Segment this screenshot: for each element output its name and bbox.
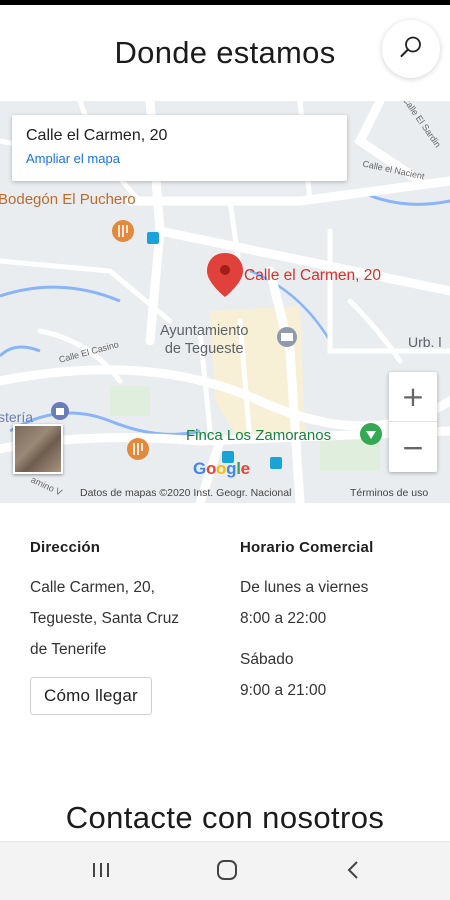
- address-line: de Tenerife: [30, 641, 107, 658]
- map-card-title: Calle el Carmen, 20: [26, 127, 168, 144]
- weekday-label: De lunes a viernes: [240, 579, 369, 596]
- urb-label: Urb. l: [408, 334, 442, 350]
- terms-of-use-link[interactable]: Términos de uso: [350, 487, 428, 499]
- back-icon: [344, 859, 362, 886]
- poi-finca-label: Finca Los Zamoranos: [186, 427, 332, 444]
- search-icon: [398, 34, 424, 65]
- hours-heading: Horario Comercial: [240, 539, 374, 556]
- recent-apps-icon: [90, 860, 112, 885]
- weekday-time: 8:00 a 22:00: [240, 610, 327, 627]
- page-header: Donde estamos: [0, 5, 450, 101]
- android-nav-bar: [0, 841, 450, 900]
- zoom-in-button[interactable]: +: [389, 372, 437, 422]
- embedded-map[interactable]: Calle el Carmen, 20 Ampliar el mapa Bode…: [0, 101, 450, 503]
- ayuntamiento-line2: de Tegueste: [164, 341, 244, 357]
- satellite-toggle-thumbnail[interactable]: [13, 424, 63, 474]
- google-logo: Google: [193, 459, 250, 478]
- address-line: Tegueste, Santa Cruz: [30, 610, 180, 627]
- enlarge-map-link[interactable]: Ampliar el mapa: [26, 151, 333, 166]
- address-line: Calle Carmen, 20,: [30, 579, 155, 596]
- saturday-label: Sábado: [240, 651, 294, 668]
- back-button[interactable]: [338, 858, 368, 886]
- saturday-time: 9:00 a 21:00: [240, 682, 327, 699]
- map-info-card: Calle el Carmen, 20 Ampliar el mapa: [12, 115, 347, 181]
- saturday-hours: Sábado 9:00 a 21:00: [240, 644, 430, 706]
- weekday-hours: De lunes a viernes 8:00 a 22:00: [240, 572, 430, 634]
- zoom-out-button[interactable]: −: [389, 422, 437, 472]
- location-details: Dirección Calle Carmen, 20, Tegueste, Sa…: [0, 503, 450, 783]
- ayuntamiento-label: Ayuntamiento de Tegueste: [160, 322, 248, 358]
- contact-section-title: Contacte con nosotros: [65, 800, 385, 835]
- recent-apps-button[interactable]: [86, 858, 116, 886]
- home-icon: [215, 858, 239, 887]
- home-button[interactable]: [212, 858, 242, 886]
- hours-column: Horario Comercial De lunes a viernes 8:0…: [240, 539, 430, 706]
- address-heading: Dirección: [30, 539, 101, 556]
- poi-bodegon-label: Bodegón El Puchero: [0, 191, 136, 208]
- ayuntamiento-line1: Ayuntamiento: [160, 323, 249, 339]
- directions-button[interactable]: Cómo llegar: [30, 677, 152, 715]
- search-button[interactable]: [382, 20, 440, 78]
- map-attribution: Datos de mapas ©2020 Inst. Geogr. Nacion…: [80, 487, 292, 499]
- address-text: Calle Carmen, 20, Tegueste, Santa Cruz d…: [30, 572, 220, 665]
- address-column: Dirección Calle Carmen, 20, Tegueste, Sa…: [30, 539, 220, 715]
- zoom-controls: + −: [389, 372, 437, 472]
- pin-label: Calle el Carmen, 20: [244, 267, 381, 284]
- place-teria-label: stería: [0, 409, 34, 425]
